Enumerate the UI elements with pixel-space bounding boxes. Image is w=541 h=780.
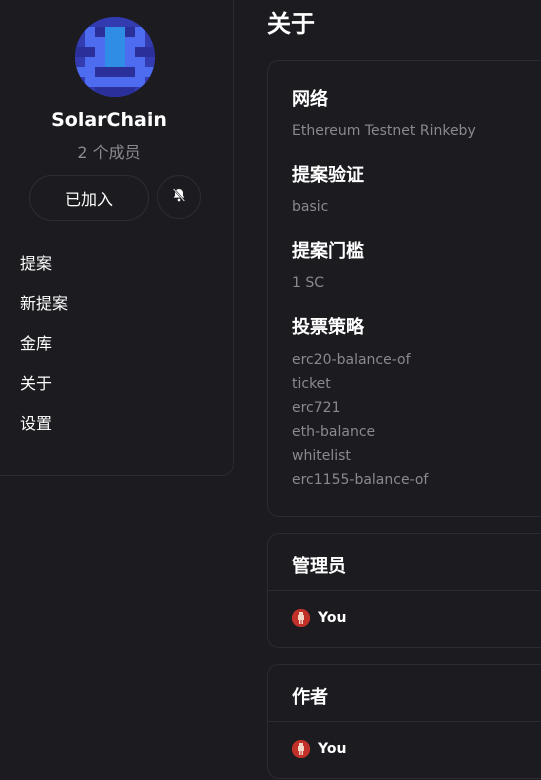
page-title: 关于 xyxy=(267,10,315,38)
authors-title: 作者 xyxy=(292,687,328,708)
admin-user[interactable]: You xyxy=(292,609,346,627)
validation-title: 提案验证 xyxy=(292,165,364,186)
strategy-item: eth-balance xyxy=(292,424,376,440)
strategies-title: 投票策略 xyxy=(292,317,364,338)
strategy-item: ticket xyxy=(292,376,331,392)
about-card: 网络 Ethereum Testnet Rinkeby 提案验证 basic 提… xyxy=(267,60,541,517)
space-sidebar: SolarChain 2 个成员 已加入 提案 新提案 金库 关于 设置 xyxy=(0,0,234,476)
author-user-name[interactable]: You xyxy=(318,741,346,757)
threshold-title: 提案门槛 xyxy=(292,241,364,262)
nav-item-about[interactable]: 关于 xyxy=(20,371,68,411)
nav-item-new-proposal[interactable]: 新提案 xyxy=(20,291,68,331)
admins-title: 管理员 xyxy=(292,556,346,577)
validation-value: basic xyxy=(292,199,329,215)
bell-off-icon xyxy=(171,187,187,207)
notification-button[interactable] xyxy=(157,175,201,219)
nav-item-settings[interactable]: 设置 xyxy=(20,411,68,451)
strategy-item: whitelist xyxy=(292,448,351,464)
strategy-item: erc20-balance-of xyxy=(292,352,411,368)
authors-header: 作者 xyxy=(268,665,541,722)
network-value: Ethereum Testnet Rinkeby xyxy=(292,123,476,139)
space-name: SolarChain xyxy=(51,109,167,131)
authors-card: 作者 You xyxy=(267,664,541,779)
member-count[interactable]: 2 个成员 xyxy=(0,139,227,163)
space-nav: 提案 新提案 金库 关于 设置 xyxy=(20,251,68,451)
admins-card: 管理员 You xyxy=(267,533,541,648)
page: SolarChain 2 个成员 已加入 提案 新提案 金库 关于 设置 关于 … xyxy=(0,0,541,780)
admin-user-name[interactable]: You xyxy=(318,610,346,626)
joined-button[interactable]: 已加入 xyxy=(29,175,149,221)
space-avatar-icon xyxy=(75,17,155,97)
strategy-list: erc20-balance-of ticket erc721 eth-balan… xyxy=(292,350,428,494)
user-avatar-icon xyxy=(292,740,310,758)
nav-item-treasury[interactable]: 金库 xyxy=(20,331,68,371)
strategy-item: erc1155-balance-of xyxy=(292,472,429,488)
strategy-item: erc721 xyxy=(292,400,341,416)
threshold-value: 1 SC xyxy=(292,275,325,291)
network-title: 网络 xyxy=(292,89,328,110)
user-avatar-icon xyxy=(292,609,310,627)
admins-header: 管理员 xyxy=(268,534,541,591)
nav-item-proposals[interactable]: 提案 xyxy=(20,251,68,291)
author-user[interactable]: You xyxy=(292,740,346,758)
